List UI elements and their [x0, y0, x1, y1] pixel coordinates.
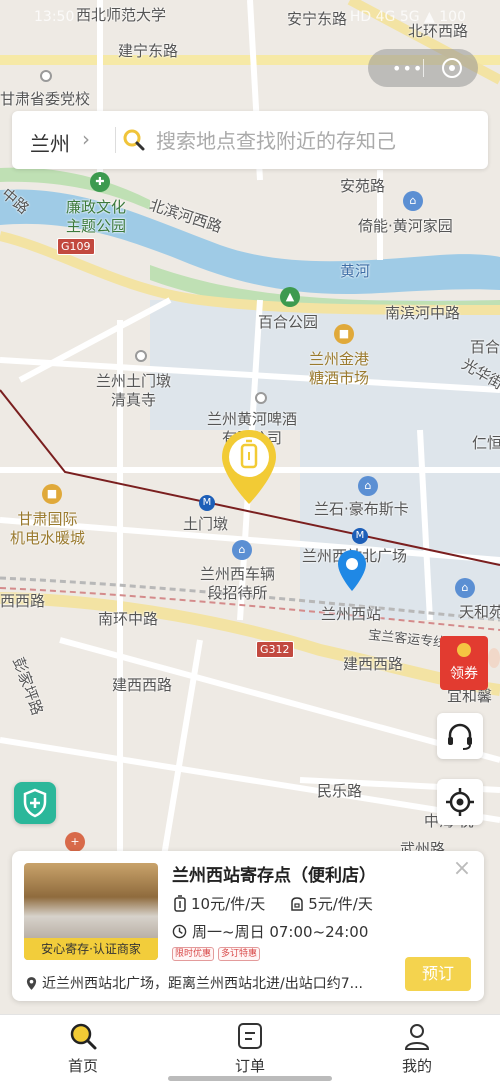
poi-dot — [135, 350, 147, 362]
map-label: 甘肃省委党校 — [0, 90, 91, 108]
locate-button[interactable] — [437, 779, 483, 825]
clock-icon — [172, 924, 187, 939]
shop-icon: ■ — [42, 484, 62, 504]
order-icon — [238, 1023, 262, 1049]
capsule-divider — [423, 59, 424, 77]
park-icon: ▲ — [280, 287, 300, 307]
hospital-icon: + — [65, 832, 85, 852]
status-bar: 13:50 HD 4G 5G ▲ 100 — [0, 0, 500, 34]
map-label: 西西路 — [0, 592, 46, 610]
building-icon: ⌂ — [358, 476, 378, 496]
current-location-pin — [338, 550, 366, 591]
address-row: 近兰州西站北广场，距离兰州西站北进/出站口约7... — [26, 973, 390, 993]
price-row: 10元/件/天 5元/件/天 — [172, 893, 373, 914]
map-label: 百合公园 — [258, 313, 319, 331]
user-icon — [404, 1024, 430, 1050]
map-label: 甘肃国际 机电水暖城 — [10, 510, 86, 547]
map-label: 建西西路 — [112, 676, 173, 694]
more-icon[interactable]: ••• — [392, 59, 423, 78]
close-miniprogram-icon[interactable] — [442, 58, 462, 78]
shield-icon — [23, 788, 47, 818]
status-indicators: HD 4G 5G ▲ 100 — [349, 9, 466, 25]
close-icon[interactable]: × — [452, 858, 472, 880]
promo-tag: 多订特惠 — [218, 947, 261, 961]
customer-service-button[interactable] — [437, 713, 483, 759]
poi-dot — [40, 70, 52, 82]
park-icon: ✚ — [90, 172, 110, 192]
map-label: 黄河 — [340, 262, 371, 280]
search-icon — [123, 129, 145, 151]
map-label: 南滨河中路 — [385, 304, 461, 322]
safety-button[interactable] — [14, 782, 56, 824]
chevron-right-icon[interactable]: › — [82, 127, 90, 151]
store-photo: 安心寄存·认证商家 — [24, 863, 158, 960]
tab-orders[interactable]: 订单 — [200, 1021, 300, 1076]
coupon-label: 领券 — [450, 666, 478, 682]
map-label: 兰石·豪布斯卡 — [314, 500, 409, 518]
tab-label: 首页 — [67, 1057, 98, 1075]
map-label: 仁恒 — [472, 434, 500, 452]
poi-dot — [255, 392, 267, 404]
tab-label: 我的 — [401, 1057, 432, 1075]
city-selector[interactable]: 兰州 — [30, 128, 70, 157]
map-label: 天和苑 — [459, 603, 500, 621]
map-label: 百合 — [470, 338, 500, 356]
opening-hours: 周一~周日 07:00~24:00 — [192, 923, 369, 941]
locate-icon — [446, 788, 474, 816]
search-icon — [70, 1023, 97, 1050]
metro-icon: M — [199, 495, 215, 511]
search-divider — [115, 127, 116, 153]
coupon-button[interactable]: 领券 — [436, 634, 500, 692]
map-label: 南环中路 — [98, 610, 159, 628]
store-card[interactable]: 安心寄存·认证商家 兰州西站寄存点（便利店） × 10元/件/天 5元/件/天 … — [12, 851, 484, 1001]
map-label: 兰州土门墩 清真寺 — [96, 372, 172, 409]
store-name: 兰州西站寄存点（便利店） — [172, 866, 376, 886]
store-address: 近兰州西站北广场，距离兰州西站北进/出站口约7... — [42, 976, 363, 992]
road-badge: G312 — [256, 641, 294, 658]
small-bag-icon — [291, 896, 303, 911]
large-luggage-icon — [174, 894, 186, 912]
map-label: 廉政文化 主题公园 — [66, 198, 127, 235]
tab-profile[interactable]: 我的 — [367, 1021, 467, 1076]
book-button[interactable]: 预订 — [405, 957, 471, 991]
road-badge: G109 — [57, 238, 95, 255]
search-input[interactable] — [154, 123, 478, 159]
building-icon: ⌂ — [232, 540, 252, 560]
certified-badge: 安心寄存·认证商家 — [24, 938, 158, 960]
price-large: 10元/件/天 — [191, 895, 266, 913]
map-label: 土门墩 — [183, 515, 229, 533]
home-indicator — [168, 1076, 332, 1081]
miniprogram-capsule: ••• — [368, 49, 478, 87]
status-time: 13:50 — [34, 9, 75, 25]
map-label: 兰州西站 — [321, 605, 382, 623]
map-label: 民乐路 — [317, 782, 363, 800]
map-label: 安苑路 — [340, 177, 386, 195]
map-label: 建宁东路 — [118, 42, 179, 60]
shop-icon: ■ — [334, 324, 354, 344]
building-icon: ⌂ — [455, 578, 475, 598]
price-small: 5元/件/天 — [308, 895, 373, 913]
hours-row: 周一~周日 07:00~24:00 — [172, 921, 368, 942]
search-bar: 兰州 › — [12, 111, 488, 169]
building-icon: ⌂ — [403, 191, 423, 211]
promo-tag: 限时优惠 — [172, 947, 215, 961]
map-label: 兰州西车辆 段招待所 — [200, 565, 276, 602]
location-icon — [26, 976, 37, 990]
tab-label: 订单 — [234, 1057, 265, 1075]
storage-location-pin[interactable] — [219, 428, 279, 508]
map-label: 倚能·黄河家园 — [358, 217, 453, 235]
promo-tags: 限时优惠 多订特惠 — [172, 947, 261, 961]
tab-home[interactable]: 首页 — [33, 1021, 133, 1076]
map-label: 兰州金港 糖酒市场 — [309, 350, 370, 387]
tab-bar: 首页 订单 我的 — [0, 1014, 500, 1084]
metro-icon: M — [352, 528, 368, 544]
headset-icon — [448, 723, 472, 750]
map-label: 建西西路 — [343, 655, 404, 673]
